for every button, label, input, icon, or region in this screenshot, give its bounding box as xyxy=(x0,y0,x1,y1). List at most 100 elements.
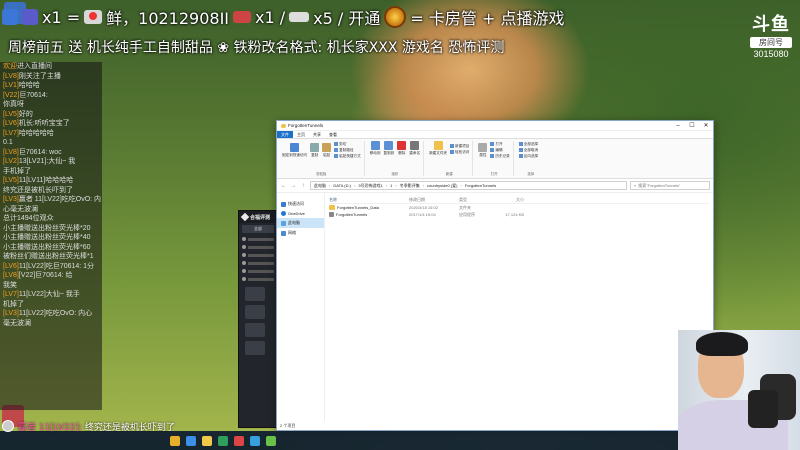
minimize-button[interactable]: – xyxy=(671,121,685,131)
breadcrumb-item[interactable]: countryside0 (爱) xyxy=(427,183,457,189)
easy-access-label: 轻松访问 xyxy=(455,149,470,154)
copy-to-label: 复制到 xyxy=(383,151,395,155)
history-button[interactable]: 历史记录 xyxy=(490,153,510,159)
nav-item-this-pc[interactable]: 此电脑 xyxy=(277,218,324,228)
breadcrumb-item[interactable]: ForgottenTunnels xyxy=(465,183,496,188)
search-icon: ⌕ xyxy=(634,183,637,188)
pin-icon xyxy=(290,142,300,152)
properties-button[interactable]: 属性 xyxy=(478,142,488,158)
tab-view[interactable]: 查看 xyxy=(325,131,341,138)
app-list-row[interactable] xyxy=(239,267,277,275)
copy-button[interactable]: 复制 xyxy=(310,142,320,158)
file-list-header: 名称 修改日期 类型 大小 xyxy=(329,196,709,204)
taskbar-app-icon[interactable] xyxy=(266,435,276,446)
app-list-row[interactable] xyxy=(239,243,277,251)
up-arrow-icon[interactable]: ↑ xyxy=(300,183,307,189)
app-list-row[interactable] xyxy=(239,251,277,259)
nav-item-quick-access[interactable]: 快速访问 xyxy=(277,199,324,209)
column-name[interactable]: 名称 xyxy=(329,197,409,203)
forward-arrow-icon[interactable]: → xyxy=(290,183,297,189)
file-name: ForgottenTunnels_Data xyxy=(337,205,379,210)
file-row[interactable]: ForgottenTunnels_Data 2020/3/18 15:02 文件… xyxy=(329,204,709,211)
delete-label: 删除 xyxy=(398,151,406,155)
chat-level: [LV5] xyxy=(3,110,19,118)
tab-home[interactable]: 主页 xyxy=(293,131,309,138)
ticker-message: 赢者 11[LV22]: 终究还是被机长吓到了 xyxy=(18,420,175,433)
ribbon: 固定到快速访问 复制 粘贴 剪切 复制路径 粘贴快捷方式 剪贴板 移动到 复制到… xyxy=(277,139,713,179)
taskbar-app-icon[interactable] xyxy=(186,435,196,446)
breadcrumb-item[interactable]: 3号恐怖游戏1 xyxy=(358,183,382,189)
chat-text: 我笑 xyxy=(3,281,17,289)
group-label: 组织 xyxy=(391,172,399,176)
paste-button[interactable]: 粘贴 xyxy=(322,142,332,158)
tab-file[interactable]: 文件 xyxy=(277,131,293,138)
paste-label: 粘贴 xyxy=(323,152,331,157)
new-item-icon xyxy=(450,143,455,148)
taskbar-app-icon[interactable] xyxy=(170,435,180,446)
chat-text: 心毫无波澜 xyxy=(3,205,38,213)
delete-button[interactable]: 删除 xyxy=(397,141,407,156)
app-action-button[interactable] xyxy=(245,305,265,319)
recorder-app-window[interactable]: 合福评测 全部 xyxy=(238,210,278,428)
application-icon xyxy=(329,212,334,217)
file-explorer-window[interactable]: ForgottenTunnels – ☐ ✕ 文件 主页 共享 查看 固定到快速… xyxy=(276,120,714,431)
webcam-feed xyxy=(678,330,800,450)
history-icon xyxy=(490,154,495,158)
chat-text: [V22]巨70614: 给 xyxy=(18,272,73,279)
pin-quick-access-button[interactable]: 固定到快速访问 xyxy=(282,142,307,158)
breadcrumb-item[interactable]: 此电脑 xyxy=(314,183,326,189)
chat-message: 你真呀 xyxy=(0,100,102,110)
chat-text: 11[LV22]吃巨70614: 1分 xyxy=(18,262,95,270)
taskbar-app-icon[interactable] xyxy=(234,435,244,446)
new-folder-button[interactable]: 新建文件夹 xyxy=(429,141,447,156)
chat-message: 终究还是被机长吓到了 xyxy=(0,186,102,196)
tab-share[interactable]: 共享 xyxy=(309,131,325,138)
app-list-row[interactable] xyxy=(239,235,277,243)
chat-text: 赢者 11[LV22]吃吃OvO: 内 xyxy=(18,196,102,203)
app-action-button[interactable] xyxy=(245,287,265,301)
nav-item-network[interactable]: 网络 xyxy=(277,228,324,238)
folder-icon xyxy=(281,123,286,128)
chat-text: 11[LV22]吃吃OvO: 内心 xyxy=(18,310,93,317)
copy-to-button[interactable]: 复制到 xyxy=(383,141,395,156)
chat-text: 0.1 xyxy=(3,139,13,146)
rename-button[interactable]: 重命名 xyxy=(409,141,420,156)
properties-label: 属性 xyxy=(479,152,487,157)
streamer-hair xyxy=(696,332,748,356)
breadcrumb-item[interactable]: DATA (D:) xyxy=(333,183,351,188)
easy-access-button[interactable]: 轻松访问 xyxy=(450,149,469,155)
taskbar-app-icon[interactable] xyxy=(250,435,260,446)
app-action-button[interactable] xyxy=(245,341,265,355)
column-date[interactable]: 修改日期 xyxy=(409,197,459,203)
nav-item-onedrive[interactable]: OneDrive xyxy=(277,209,324,218)
move-to-button[interactable]: 移动到 xyxy=(370,141,381,156)
taskbar-app-icon[interactable] xyxy=(218,435,228,446)
chat-text: 小主播赠送出粉丝荧光棒*40 xyxy=(3,234,91,241)
breadcrumb-item[interactable]: 冬季影评集 xyxy=(400,183,420,189)
paste-shortcut-button[interactable]: 粘贴快捷方式 xyxy=(334,153,361,159)
address-bar[interactable]: 此电脑 › DATA (D:) › 3号恐怖游戏1 › 1 › 冬季影评集 › count… xyxy=(310,181,627,190)
chat-text: 你真呀 xyxy=(3,101,24,108)
app-list-row[interactable] xyxy=(239,275,277,283)
back-arrow-icon[interactable]: ← xyxy=(280,183,287,189)
explorer-titlebar[interactable]: ForgottenTunnels – ☐ ✕ xyxy=(277,121,713,131)
maximize-button[interactable]: ☐ xyxy=(685,121,699,131)
paste-icon xyxy=(322,142,332,152)
taskbar-app-icon[interactable] xyxy=(202,435,212,446)
close-button[interactable]: ✕ xyxy=(699,121,713,131)
chat-text: 机掉了 xyxy=(3,300,24,308)
app-name: 合福评测 xyxy=(250,214,271,221)
app-action-button[interactable] xyxy=(245,323,265,337)
invert-selection-button[interactable]: 反向选择 xyxy=(518,153,543,159)
search-input[interactable]: ⌕ 搜索"ForgottenTunnels" xyxy=(630,181,710,190)
app-list-row[interactable] xyxy=(239,259,277,267)
file-date: 2017/1/4 15:04 xyxy=(409,212,436,217)
file-row[interactable]: ForgottenTunnels 2017/1/4 15:04 应用程序 17,… xyxy=(329,211,709,218)
app-tab[interactable]: 全部 xyxy=(242,225,274,233)
breadcrumb-item[interactable]: 1 xyxy=(390,183,392,188)
nav-label: 网络 xyxy=(288,230,296,235)
file-type: 应用程序 xyxy=(459,211,475,217)
column-type[interactable]: 类型 xyxy=(459,197,494,203)
column-size[interactable]: 大小 xyxy=(494,197,524,203)
chat-message: 0.1 xyxy=(0,138,102,148)
